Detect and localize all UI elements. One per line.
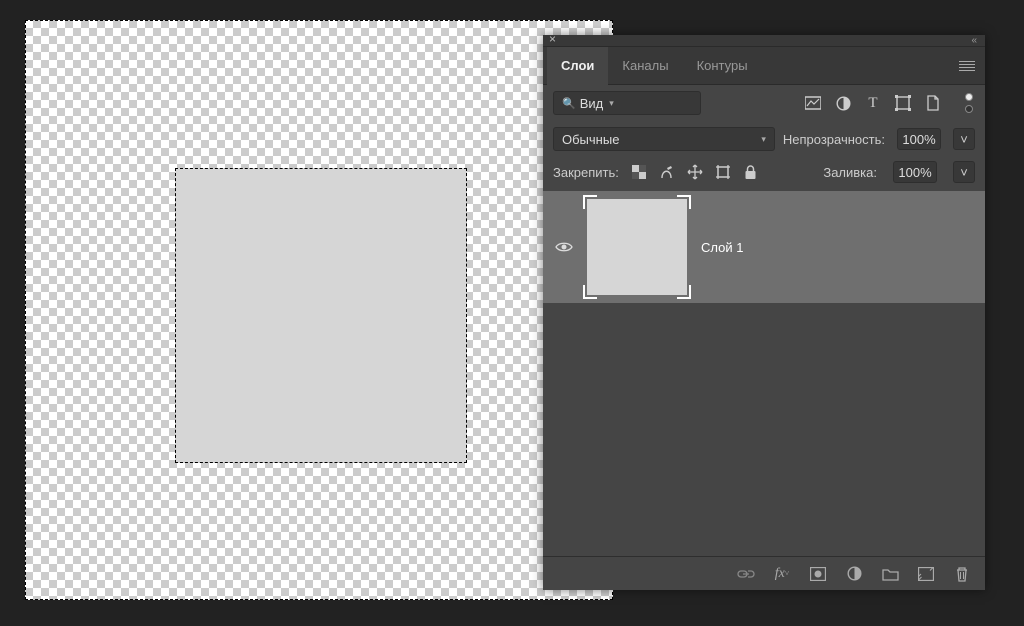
chevron-down-icon: ▾ [761,134,766,145]
canvas-area[interactable] [25,20,613,600]
filter-row: 🔍 Вид ▾ T [543,85,985,121]
lock-position-icon[interactable] [687,164,703,180]
opacity-dropdown[interactable]: ˅ [953,128,975,150]
tab-channels[interactable]: Каналы [608,47,682,85]
panel-tabs: Слои Каналы Контуры [543,47,985,85]
filter-type-icon[interactable]: T [865,95,881,111]
add-mask-icon[interactable] [809,565,827,583]
tab-paths[interactable]: Контуры [683,47,762,85]
lock-label: Закрепить: [553,165,619,180]
blend-opacity-row: Обычные ▾ Непрозрачность: 100% ˅ [543,121,985,157]
opacity-label: Непрозрачность: [783,132,885,147]
lock-all-icon[interactable] [743,164,759,180]
panel-menu-icon[interactable] [959,59,975,73]
visibility-eye-icon[interactable] [555,241,573,253]
layer-name[interactable]: Слой 1 [701,240,743,255]
filter-pixel-icon[interactable] [805,95,821,111]
fill-label: Заливка: [823,165,877,180]
filter-toggle[interactable] [965,93,975,113]
chevron-down-icon: ▾ [609,98,614,109]
layer-style-icon[interactable]: fx ˅ [773,565,791,583]
delete-layer-icon[interactable] [953,565,971,583]
new-adjustment-icon[interactable] [845,565,863,583]
blend-mode-select[interactable]: Обычные ▾ [553,127,775,151]
close-icon[interactable]: × [549,32,556,46]
new-group-icon[interactable] [881,565,899,583]
fill-dropdown[interactable]: ˅ [953,161,975,183]
layers-panel: × « Слои Каналы Контуры 🔍 Вид ▾ T [543,35,985,590]
tab-layers[interactable]: Слои [547,47,608,85]
layer-type-select[interactable]: 🔍 Вид ▾ [553,91,701,115]
link-layers-icon[interactable] [737,565,755,583]
lock-artboard-icon[interactable] [715,164,731,180]
fill-value[interactable]: 100% [893,161,937,183]
filter-shape-icon[interactable] [895,95,911,111]
lock-image-icon[interactable] [659,164,675,180]
filter-smartobject-icon[interactable] [925,95,941,111]
layer-thumbnail[interactable] [587,199,687,295]
layer-list: Слой 1 [543,191,985,556]
search-icon: 🔍 [562,97,576,110]
layer-type-select-label: Вид [580,96,604,111]
lock-fill-row: Закрепить: Заливка: 100% ˅ [543,157,985,191]
layer-row[interactable]: Слой 1 [543,191,985,303]
new-layer-icon[interactable] [917,565,935,583]
collapse-icon[interactable]: « [971,35,977,46]
panel-titlebar[interactable]: × « [543,35,985,47]
lock-transparency-icon[interactable] [631,164,647,180]
canvas-selection-rect[interactable] [175,168,467,463]
opacity-value[interactable]: 100% [897,128,941,150]
blend-mode-label: Обычные [562,132,619,147]
filter-adjustment-icon[interactable] [835,95,851,111]
panel-footer: fx ˅ [543,556,985,590]
